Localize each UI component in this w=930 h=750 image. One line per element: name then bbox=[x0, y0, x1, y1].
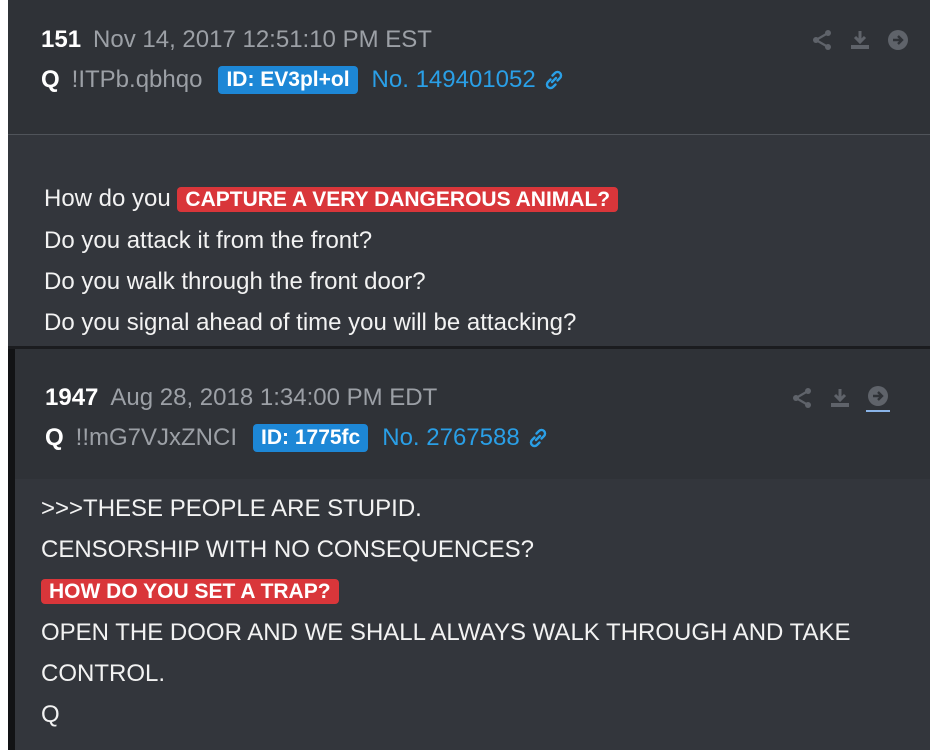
body-line-1: >>>THESE PEOPLE ARE STUPID. bbox=[41, 495, 422, 522]
goto-icon[interactable] bbox=[886, 28, 910, 52]
link-icon[interactable] bbox=[542, 68, 566, 92]
body-line-3: Do you walk through the front door? bbox=[44, 268, 426, 295]
body-line-2: CENSORSHIP WITH NO CONSEQUENCES? bbox=[41, 536, 534, 563]
tripcode: !ITPb.qbhqo bbox=[71, 66, 203, 93]
author-name: Q bbox=[45, 424, 64, 451]
body-line-1: How do you CAPTURE A VERY DANGEROUS ANIM… bbox=[44, 178, 619, 220]
share-icon[interactable] bbox=[790, 386, 814, 410]
body-line-4: OPEN THE DOOR AND WE SHALL ALWAYS WALK T… bbox=[41, 619, 851, 646]
post-header: 1947 Aug 28, 2018 1:34:00 PM EDT Q !!mG7… bbox=[15, 349, 930, 479]
post-1947: 1947 Aug 28, 2018 1:34:00 PM EDT Q !!mG7… bbox=[8, 349, 930, 750]
link-icon[interactable] bbox=[526, 426, 550, 450]
body-line-2: Do you attack it from the front? bbox=[44, 227, 373, 254]
highlight-tag: HOW DO YOU SET A TRAP? bbox=[41, 579, 339, 604]
post-number[interactable]: 151 bbox=[41, 26, 81, 54]
post-actions bbox=[790, 384, 890, 412]
post-meta-line: 1947 Aug 28, 2018 1:34:00 PM EDT bbox=[45, 384, 437, 412]
tripcode: !!mG7VJxZNCI bbox=[75, 424, 238, 451]
download-icon[interactable] bbox=[848, 28, 872, 52]
post-date: Aug 28, 2018 1:34:00 PM EDT bbox=[110, 384, 438, 411]
highlight-tag: CAPTURE A VERY DANGEROUS ANIMAL? bbox=[177, 187, 619, 212]
goto-icon[interactable] bbox=[866, 384, 890, 412]
author-line: Q !!mG7VJxZNCI ID: 1775fc No. 2767588 bbox=[45, 424, 550, 452]
author-name: Q bbox=[41, 66, 60, 93]
body-line-5: CONTROL. bbox=[41, 660, 166, 687]
post-body: >>>THESE PEOPLE ARE STUPID. CENSORSHIP W… bbox=[41, 488, 851, 735]
share-icon[interactable] bbox=[810, 28, 834, 52]
post-date: Nov 14, 2017 12:51:10 PM EST bbox=[93, 26, 432, 53]
body-line-3: HOW DO YOU SET A TRAP? bbox=[41, 570, 851, 612]
post-meta-line: 151 Nov 14, 2017 12:51:10 PM EST bbox=[41, 26, 432, 54]
id-badge[interactable]: ID: EV3pl+ol bbox=[218, 66, 358, 94]
body-line-6: Q bbox=[41, 701, 60, 728]
post-header: 151 Nov 14, 2017 12:51:10 PM EST Q !ITPb… bbox=[8, 0, 930, 135]
post-actions bbox=[810, 28, 910, 52]
download-icon[interactable] bbox=[828, 386, 852, 410]
author-line: Q !ITPb.qbhqo ID: EV3pl+ol No. 149401052 bbox=[41, 66, 566, 94]
id-badge[interactable]: ID: 1775fc bbox=[253, 424, 369, 452]
post-body: How do you CAPTURE A VERY DANGEROUS ANIM… bbox=[44, 178, 619, 343]
left-border bbox=[8, 349, 15, 750]
post-number-link[interactable]: No. 149401052 bbox=[372, 66, 536, 94]
post-number[interactable]: 1947 bbox=[45, 384, 98, 412]
post-151: 151 Nov 14, 2017 12:51:10 PM EST Q !ITPb… bbox=[8, 0, 930, 346]
post-number-link[interactable]: No. 2767588 bbox=[382, 424, 519, 452]
body-text-prefix: How do you bbox=[44, 185, 171, 212]
body-line-4: Do you signal ahead of time you will be … bbox=[44, 309, 577, 336]
